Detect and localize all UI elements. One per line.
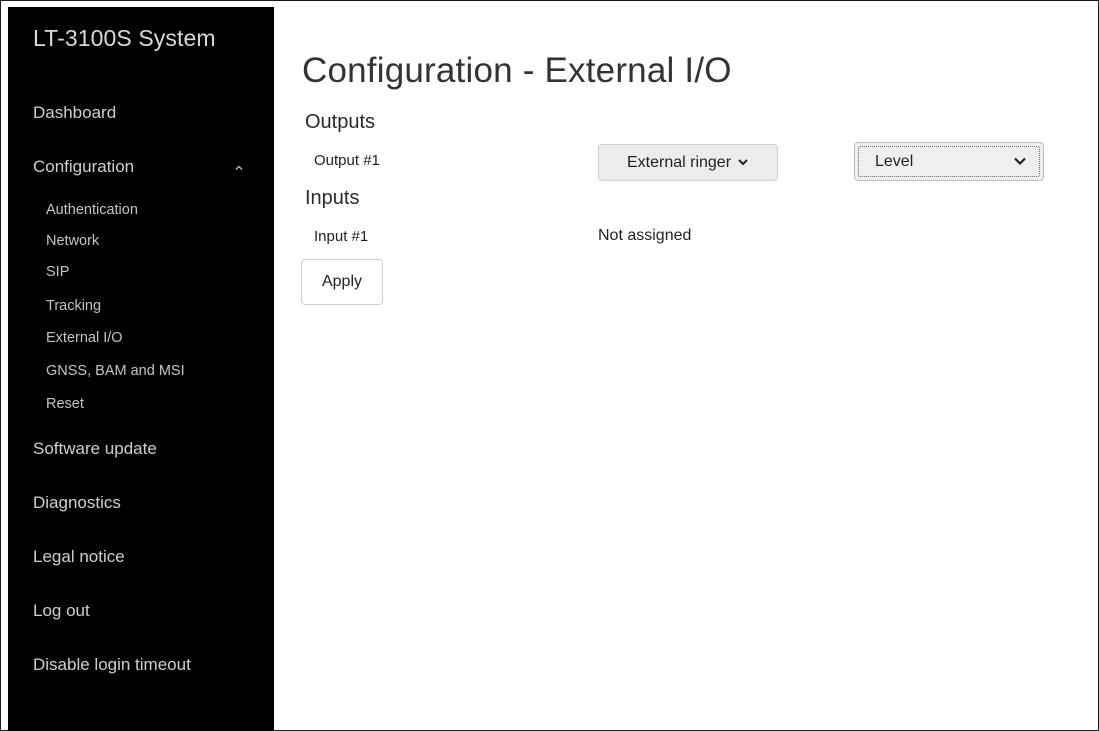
outputs-heading: Outputs (305, 111, 376, 133)
sidebar-item-configuration[interactable]: Configuration (33, 157, 134, 177)
page-title: Configuration - External I/O (302, 51, 732, 90)
chevron-down-icon (1013, 153, 1027, 171)
sidebar-subitem-reset[interactable]: Reset (46, 396, 84, 412)
app-window: LT-3100S System Dashboard Configuration … (0, 0, 1099, 731)
apply-button[interactable]: Apply (301, 259, 383, 305)
sidebar-item-software-update[interactable]: Software update (33, 439, 157, 459)
output-1-function-dropdown[interactable]: External ringer (598, 144, 778, 181)
sidebar: LT-3100S System Dashboard Configuration … (8, 7, 274, 731)
sidebar-subitem-gnss-bam-msi[interactable]: GNSS, BAM and MSI (46, 363, 185, 379)
sidebar-item-disable-login-timeout[interactable]: Disable login timeout (33, 655, 191, 675)
output-1-mode-select[interactable]: Level (854, 142, 1044, 181)
sidebar-item-dashboard[interactable]: Dashboard (33, 103, 116, 123)
output-1-mode-focus-ring: Level (858, 146, 1040, 177)
sidebar-subitem-network[interactable]: Network (46, 233, 99, 249)
input-1-label: Input #1 (314, 228, 369, 245)
sidebar-subitem-external-io[interactable]: External I/O (46, 330, 123, 346)
input-1-value: Not assigned (598, 227, 692, 244)
output-1-label: Output #1 (314, 152, 380, 169)
app-title: LT-3100S System (33, 25, 216, 51)
sidebar-item-legal-notice[interactable]: Legal notice (33, 547, 125, 567)
output-1-function-value: External ringer (626, 153, 732, 171)
main-content: Configuration - External I/O Outputs Out… (274, 7, 1098, 730)
chevron-down-icon (737, 154, 749, 172)
sidebar-subitem-sip[interactable]: SIP (46, 264, 69, 280)
chevron-up-icon[interactable] (234, 160, 244, 170)
inputs-heading: Inputs (305, 187, 360, 209)
output-1-mode-value: Level (875, 152, 914, 170)
sidebar-item-diagnostics[interactable]: Diagnostics (33, 493, 121, 513)
sidebar-subitem-authentication[interactable]: Authentication (46, 202, 138, 218)
sidebar-item-log-out[interactable]: Log out (33, 601, 90, 621)
sidebar-subitem-tracking[interactable]: Tracking (46, 298, 101, 314)
